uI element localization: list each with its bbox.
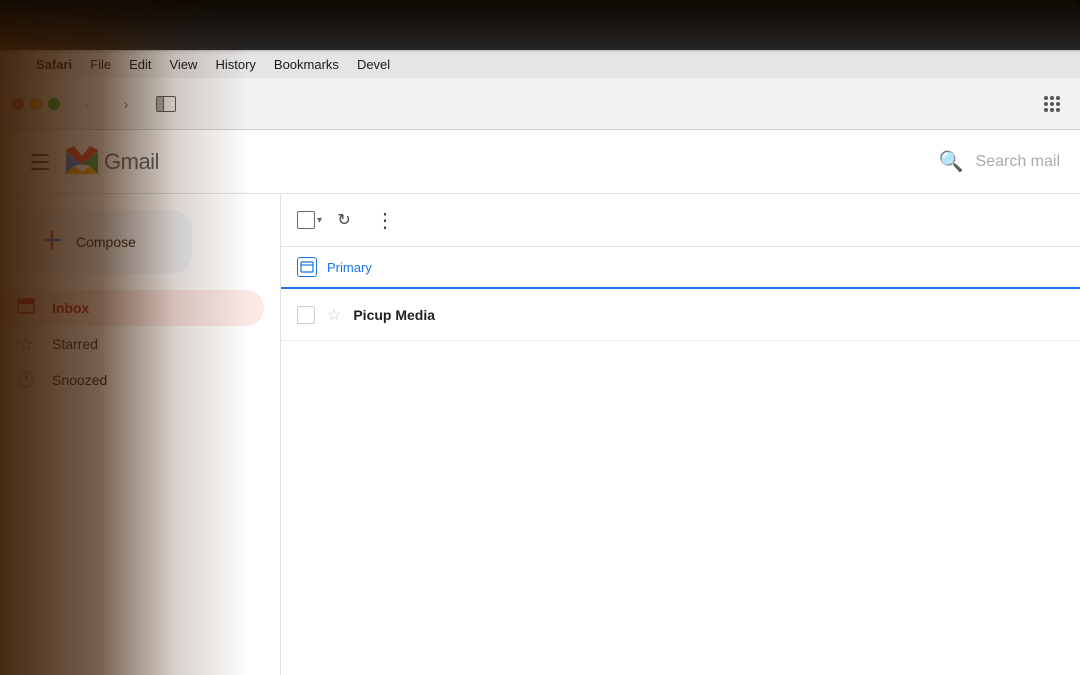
sidebar-item-snoozed[interactable]: 🕐 Snoozed [0,362,264,398]
macbook-bezel [0,0,1080,50]
hamburger-icon [31,161,49,163]
compose-label: Compose [76,234,136,250]
primary-tab[interactable]: Primary [281,247,1080,289]
sidebar-item-starred[interactable]: ☆ Starred [0,326,264,362]
grid-icon [1044,96,1060,112]
email-star[interactable]: ☆ [327,305,341,325]
gmail-main: ▾ ↻ ⋮ Primary ☆ Picup Media [280,194,1080,675]
maximize-button[interactable] [48,98,60,110]
gmail-logo-text: Gmail [104,149,159,175]
menubar-develop[interactable]: Devel [357,57,390,72]
gmail-sidebar: Compose Inbox ☆ Starred 🕐 Snoozed [0,194,280,675]
minimize-button[interactable] [30,98,42,110]
close-button[interactable] [12,98,24,110]
more-options-button[interactable]: ⋮ [366,202,402,238]
mac-menubar: Safari File Edit View History Bookmarks … [0,50,1080,78]
sidebar-toggle-icon [156,96,176,112]
search-area[interactable]: 🔍 Search mail [939,149,1060,174]
search-icon: 🔍 [939,149,964,174]
hamburger-button[interactable] [20,142,60,182]
back-icon: ‹ [86,96,91,112]
forward-button[interactable]: › [112,90,140,118]
inbox-icon [16,296,36,321]
hamburger-icon [31,154,49,156]
refresh-icon: ↻ [337,210,350,230]
more-icon: ⋮ [375,208,393,233]
gmail-m-icon [64,144,100,180]
search-placeholder-text: Search mail [976,153,1060,171]
select-all-area[interactable]: ▾ [297,211,322,229]
select-dropdown-arrow[interactable]: ▾ [317,215,322,226]
primary-tab-icon [297,257,317,277]
sidebar-starred-label: Starred [52,336,98,352]
menubar-bookmarks[interactable]: Bookmarks [274,57,339,72]
forward-icon: › [124,96,129,112]
gmail-header: Gmail 🔍 Search mail [0,130,1080,194]
primary-tab-label: Primary [327,260,372,275]
email-sender: Picup Media [353,307,473,323]
sidebar-toggle-button[interactable] [150,90,182,118]
browser-chrome: ‹ › [0,78,1080,130]
sidebar-inbox-label: Inbox [52,300,89,316]
sidebar-snoozed-label: Snoozed [52,372,107,388]
snoozed-icon: 🕐 [16,370,36,390]
back-button[interactable]: ‹ [74,90,102,118]
refresh-button[interactable]: ↻ [326,202,362,238]
tab-overview-button[interactable] [1036,90,1068,118]
email-checkbox[interactable] [297,306,315,324]
gmail-logo-area: Gmail [64,144,159,180]
menubar-file[interactable]: File [90,57,111,72]
traffic-lights [12,98,60,110]
gmail-toolbar: ▾ ↻ ⋮ [281,194,1080,247]
select-all-checkbox[interactable] [297,211,315,229]
email-row[interactable]: ☆ Picup Media [281,289,1080,341]
menubar-safari[interactable]: Safari [36,57,72,72]
menubar-view[interactable]: View [170,57,198,72]
compose-button[interactable]: Compose [12,210,192,274]
menubar-history[interactable]: History [215,57,255,72]
hamburger-icon [31,168,49,170]
sidebar-item-inbox[interactable]: Inbox [0,290,264,326]
menubar-edit[interactable]: Edit [129,57,151,72]
compose-plus-icon [40,228,64,256]
star-icon: ☆ [16,334,36,355]
